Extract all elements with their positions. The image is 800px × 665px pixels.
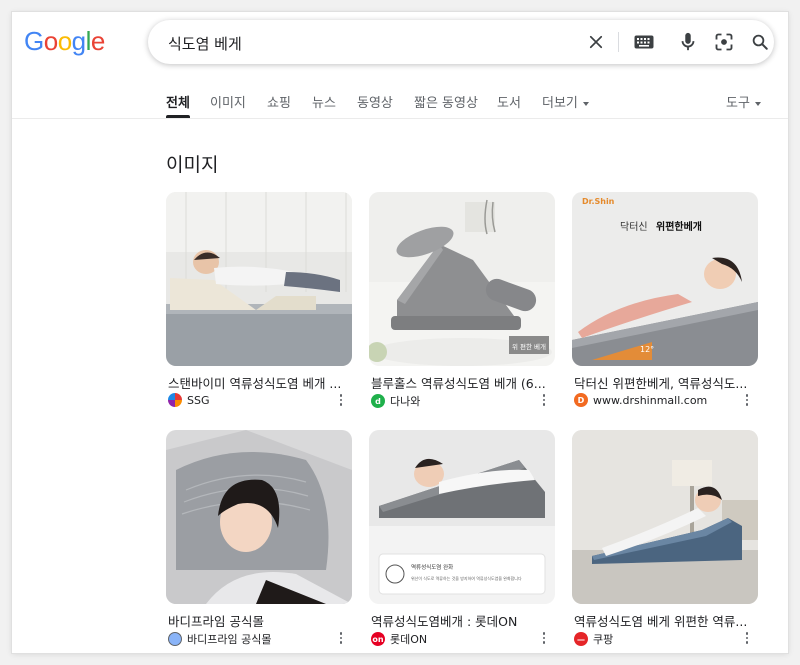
more-options-icon[interactable] (742, 631, 752, 645)
google-logo[interactable]: Google (24, 26, 105, 57)
result-source[interactable]: — 쿠팡 (574, 631, 613, 647)
result-title[interactable]: 역류성식도염베개 : 롯데ON (371, 611, 553, 630)
tab-shopping[interactable]: 쇼핑 (267, 92, 291, 111)
source-name: SSG (187, 393, 210, 407)
result-source[interactable]: 바디프라임 공식몰 (168, 631, 271, 647)
result-thumbnail[interactable]: 위 편한 베개 (369, 192, 555, 366)
search-results-page: Google 식도염 베게 전체 이미지 쇼핑 뉴스 동영상 짧은 동영상 도서… (12, 12, 788, 653)
search-icon[interactable] (748, 30, 772, 54)
result-thumbnail[interactable] (166, 192, 352, 366)
coupang-favicon: — (574, 632, 588, 646)
result-thumbnail[interactable] (166, 430, 352, 604)
microphone-icon[interactable] (676, 30, 700, 54)
caption-b: 위산이 식도로 역류하는 것을 방지하여 역류성식도염을 완화합니다 (411, 575, 522, 581)
result-source[interactable]: SSG (168, 393, 210, 407)
angle-label: 12° (640, 345, 654, 354)
section-title: 이미지 (166, 154, 219, 176)
result-title[interactable]: 스탠바이미 역류성식도염 베개 ... (168, 373, 350, 392)
headline-a: 닥터신 (620, 221, 648, 233)
more-options-icon[interactable] (336, 631, 346, 645)
source-name: 다나와 (390, 395, 421, 408)
result-thumbnail[interactable] (572, 430, 758, 604)
product-badge-text: 위 편한 베개 (512, 342, 546, 351)
drshin-favicon: D (574, 393, 588, 407)
more-options-icon[interactable] (539, 393, 549, 407)
keyboard-icon[interactable] (632, 30, 656, 54)
search-box[interactable]: 식도염 베게 (148, 20, 774, 64)
source-name: www.drshinmall.com (593, 393, 708, 407)
result-title[interactable]: 닥터신 위편한베게, 역류성식도... (574, 373, 756, 392)
search-divider (618, 32, 619, 52)
result-title[interactable]: 블루홀스 역류성식도염 베개 (6... (371, 373, 553, 392)
result-source[interactable]: d 다나와 (371, 393, 420, 409)
tab-short-videos[interactable]: 짧은 동영상 (414, 92, 478, 111)
result-source[interactable]: D www.drshinmall.com (574, 393, 707, 407)
tab-all[interactable]: 전체 (166, 92, 190, 111)
logo-letter: e (90, 26, 105, 56)
tab-images[interactable]: 이미지 (210, 92, 246, 111)
result-thumbnail[interactable]: 역류성식도염 완화 위산이 식도로 역류하는 것을 방지하여 역류성식도염을 완… (369, 430, 555, 604)
tools-button[interactable]: 도구 (726, 92, 761, 111)
source-name: 쿠팡 (593, 633, 614, 646)
ssg-favicon (168, 393, 182, 407)
tab-books[interactable]: 도서 (497, 92, 521, 111)
source-name: 바디프라임 공식몰 (187, 633, 272, 646)
caption-a: 역류성식도염 완화 (411, 563, 453, 571)
tab-news[interactable]: 뉴스 (312, 92, 336, 111)
logo-letter: G (24, 26, 44, 56)
lotteon-favicon: on (371, 632, 385, 646)
result-title[interactable]: 바디프라임 공식몰 (168, 611, 350, 630)
chevron-down-icon (754, 101, 761, 106)
tools-label: 도구 (726, 96, 750, 111)
globe-icon (168, 632, 182, 646)
headline-b: 위편한베개 (656, 220, 702, 233)
lens-icon[interactable] (712, 30, 736, 54)
logo-letter: g (71, 26, 86, 56)
more-options-icon[interactable] (336, 393, 346, 407)
chevron-down-icon (582, 101, 589, 106)
more-options-icon[interactable] (539, 631, 549, 645)
search-input[interactable]: 식도염 베게 (168, 33, 242, 54)
close-icon[interactable] (584, 30, 608, 54)
danawa-favicon: d (371, 394, 385, 408)
search-tabs: 전체 이미지 쇼핑 뉴스 동영상 짧은 동영상 도서 더보기 도구 (166, 92, 776, 120)
tab-more-label: 더보기 (542, 96, 578, 111)
header-divider (12, 118, 788, 119)
source-name: 롯데ON (390, 633, 428, 646)
result-source[interactable]: on 롯데ON (371, 631, 427, 647)
logo-letter: o (43, 26, 58, 56)
brand-text: Dr.Shin (582, 197, 615, 206)
more-options-icon[interactable] (742, 393, 752, 407)
tab-videos[interactable]: 동영상 (357, 92, 393, 111)
tab-more[interactable]: 더보기 (542, 92, 589, 111)
logo-letter: o (57, 26, 72, 56)
result-title[interactable]: 역류성식도염 베게 위편한 역류... (574, 611, 756, 630)
result-thumbnail[interactable]: Dr.Shin 닥터신 위편한베개 12° (572, 192, 758, 366)
